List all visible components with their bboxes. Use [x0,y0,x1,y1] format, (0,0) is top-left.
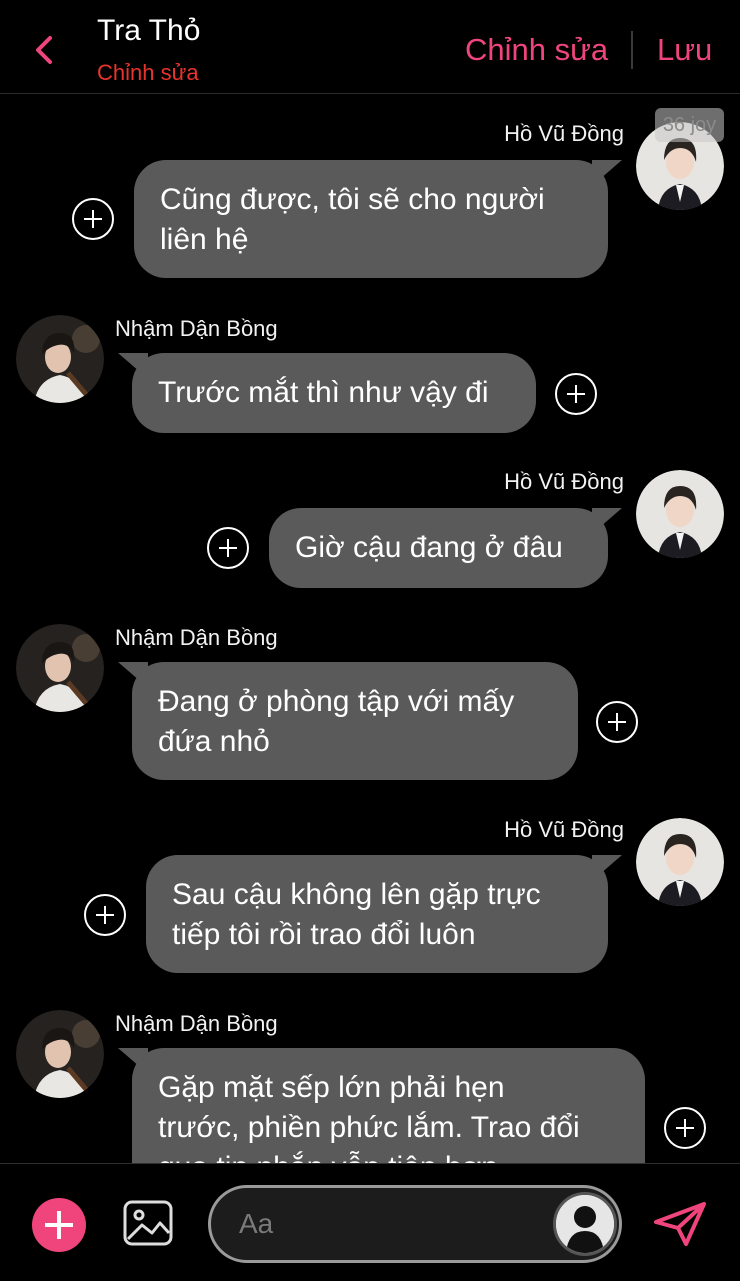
message-line: Trước mắt thì như vậy đi [158,376,489,409]
message-bubble[interactable]: Trước mắt thì như vậy đi [132,353,536,433]
message-bubble[interactable]: Gặp mặt sếp lớn phải hẹn trước, phiền ph… [132,1048,645,1163]
save-button[interactable]: Lưu [657,32,712,68]
sender-name: Nhậm Dận Bồng [115,316,278,341]
chat-title: Tra Thỏ [97,14,201,47]
message-line: Gặp mặt sếp lớn phải hẹn [158,1071,505,1104]
sender-name: Nhậm Dận Bồng [115,1011,278,1036]
add-reaction-icon[interactable] [72,198,114,240]
add-reaction-icon[interactable] [84,894,126,936]
chat-header: Tra Thỏ Chỉnh sửa Chỉnh sửa Lưu [0,0,740,94]
edit-button[interactable]: Chỉnh sửa [465,32,608,68]
message-line: Cũng được, tôi sẽ cho người [160,183,545,216]
sender-name: Hồ Vũ Đồng [504,121,624,146]
message-line: qua tin nhắn vẫn tiện hơn [158,1148,619,1163]
message-bubble[interactable]: Đang ở phòng tập với mấy đứa nhỏ [132,662,578,780]
composer-bar [0,1163,740,1281]
message-line: Đang ở phòng tập với mấy [158,685,515,718]
add-reaction-icon[interactable] [664,1107,706,1149]
image-gallery-icon[interactable] [122,1199,174,1247]
message-line: tiếp tôi rồi trao đổi luôn [172,918,476,951]
message-line: Sau cậu không lên gặp trực [172,878,541,911]
sender-name: Hồ Vũ Đồng [504,817,624,842]
chat-subtitle[interactable]: Chỉnh sửa [97,60,199,86]
avatar[interactable] [636,470,724,558]
message-input[interactable] [239,1204,539,1244]
message-bubble[interactable]: Giờ cậu đang ở đâu [269,508,608,588]
add-reaction-icon[interactable] [555,373,597,415]
avatar[interactable] [16,624,104,712]
message-input-field[interactable] [208,1185,622,1263]
message-bubble[interactable]: Sau cậu không lên gặp trực tiếp tôi rồi … [146,855,608,973]
message-line: đứa nhỏ [158,725,270,758]
add-attachment-button[interactable] [32,1198,86,1252]
send-icon[interactable] [652,1200,708,1248]
message-line: liên hệ [160,223,249,256]
avatar[interactable] [636,818,724,906]
message-bubble[interactable]: Cũng được, tôi sẽ cho người liên hệ [134,160,608,278]
message-list[interactable]: Hồ Vũ Đồng 36 joy Cũng được, tôi sẽ cho … [0,95,740,1163]
avatar[interactable] [16,315,104,403]
user-profile-icon[interactable] [553,1192,617,1256]
add-reaction-icon[interactable] [207,527,249,569]
message-line: Giờ cậu đang ở đâu [295,531,563,564]
header-divider [631,31,633,69]
back-chevron-icon[interactable] [30,30,60,70]
avatar[interactable] [16,1010,104,1098]
add-reaction-icon[interactable] [596,701,638,743]
sender-name: Hồ Vũ Đồng [504,469,624,494]
sender-name: Nhậm Dận Bồng [115,625,278,650]
message-line: trước, phiền phức lắm. Trao đổi [158,1111,580,1144]
watermark-logo: 36 joy [655,108,724,142]
